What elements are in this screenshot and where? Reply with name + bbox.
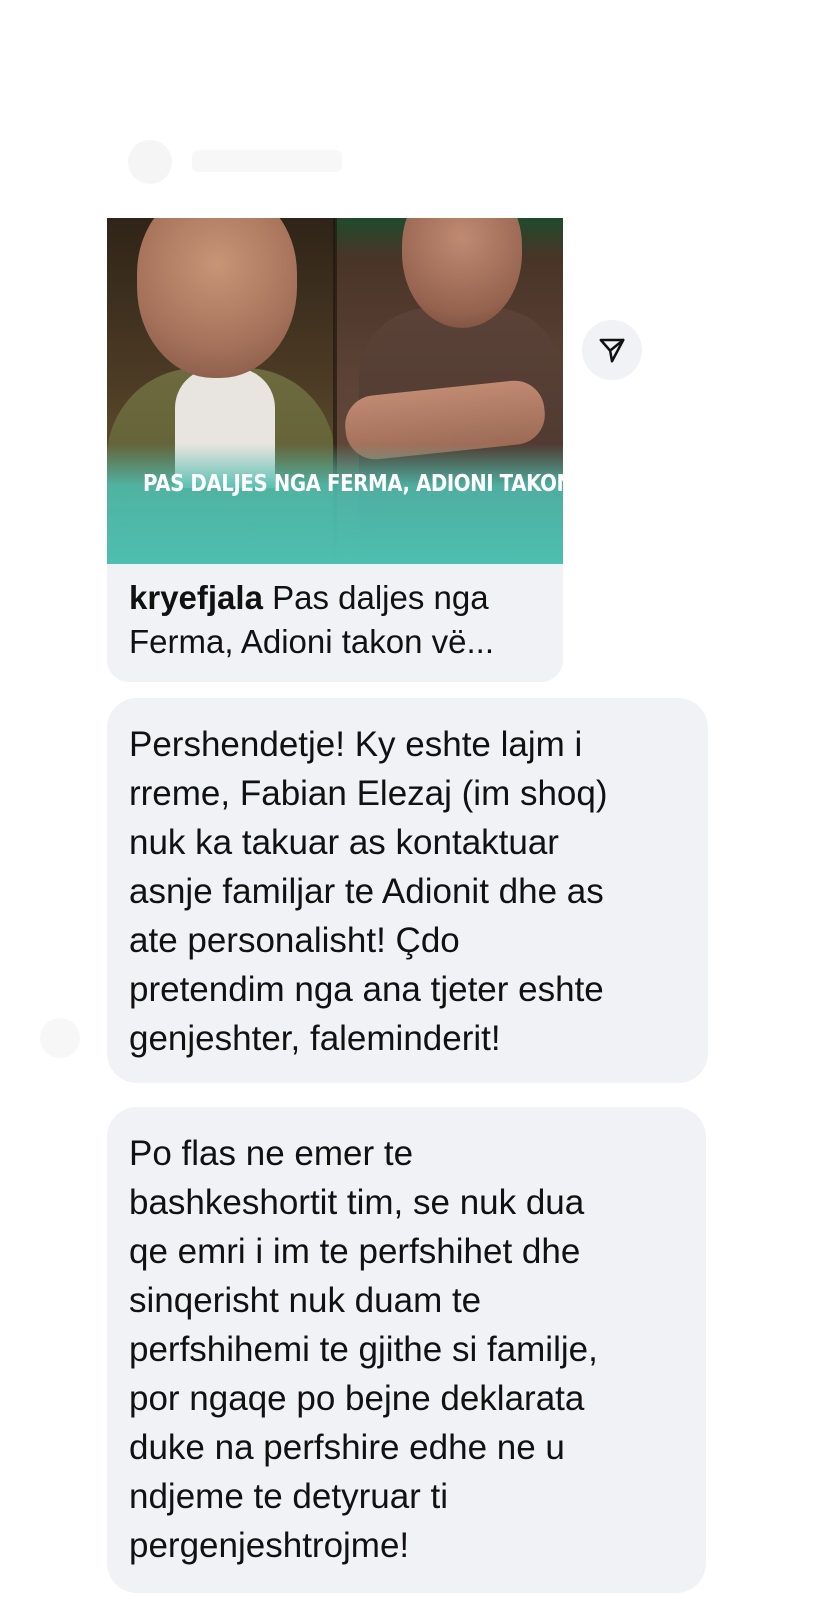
post-author: kryefjala [129, 579, 263, 616]
person-left-head [137, 218, 297, 378]
sender-avatar [40, 1018, 80, 1058]
avatar [128, 140, 172, 184]
message-text: Po flas ne emer te bashkeshortit tim, se… [129, 1134, 598, 1565]
shared-post-card[interactable]: PAS DALJES NGA FERMA, ADIONI TAKON VËLLA… [107, 218, 563, 682]
image-headline: PAS DALJES NGA FERMA, ADIONI TAKON VËLLA… [143, 471, 563, 497]
contact-name-placeholder [192, 150, 342, 172]
post-image[interactable]: PAS DALJES NGA FERMA, ADIONI TAKON VËLLA… [107, 218, 563, 564]
faded-header [0, 0, 816, 210]
send-icon [599, 338, 625, 363]
post-caption: kryefjala Pas daljes nga Ferma, Adioni t… [107, 564, 563, 682]
headline-band [107, 444, 563, 564]
message-bubble[interactable]: Pershendetje! Ky eshte lajm i rreme, Fab… [107, 698, 708, 1083]
share-button[interactable] [582, 320, 642, 380]
message-text: Pershendetje! Ky eshte lajm i rreme, Fab… [129, 725, 608, 1058]
message-bubble[interactable]: Po flas ne emer te bashkeshortit tim, se… [107, 1107, 706, 1593]
